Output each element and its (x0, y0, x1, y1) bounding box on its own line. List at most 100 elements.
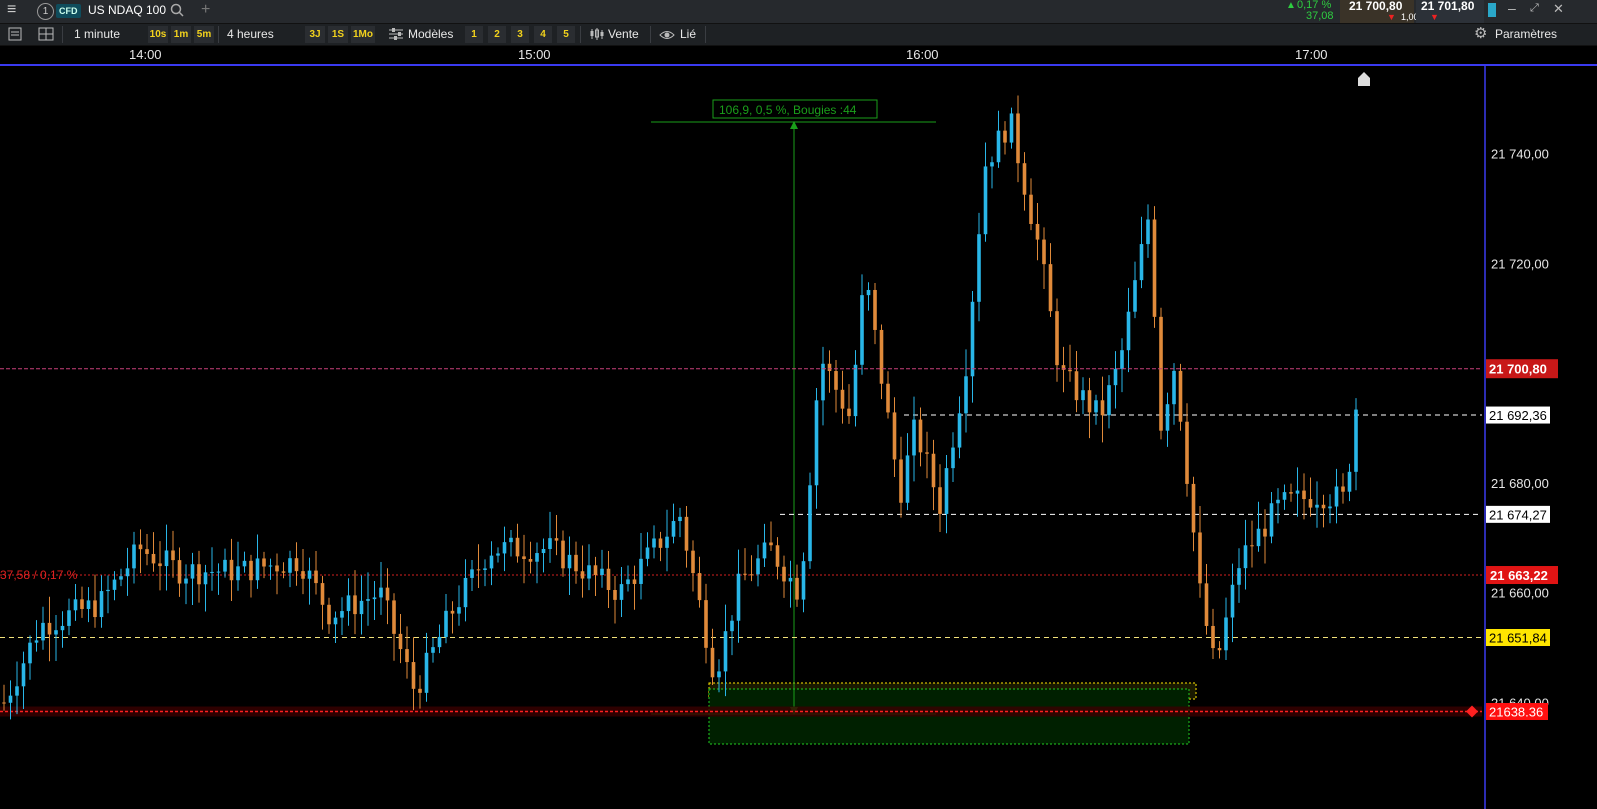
dashed-mid-tag: 21 674,27 (1486, 505, 1550, 523)
candle-body (1217, 648, 1222, 651)
add-tab-icon[interactable]: + (201, 1, 210, 19)
time-label: 15:00 (518, 47, 551, 62)
candle-body (1146, 219, 1150, 245)
candle-body (489, 555, 494, 569)
buy-down-icon: ▼ (1430, 12, 1439, 22)
range-select[interactable]: 4 heures (227, 24, 274, 45)
interval-select[interactable]: 1 minute (74, 24, 120, 45)
divider (62, 26, 63, 43)
yellow-line-tag: 21 651,84 (1486, 628, 1550, 646)
range-1mo[interactable]: 1Mo (351, 26, 375, 43)
red-line-annotation: 37,58 / 0,17 % (0, 568, 78, 582)
candle-body (1048, 264, 1053, 312)
candle-body (372, 597, 377, 600)
candle-body (301, 571, 305, 579)
candle-body (1230, 584, 1235, 618)
template-slot-3[interactable]: 3 (511, 26, 529, 43)
template-slot-2[interactable]: 2 (488, 26, 506, 43)
candle-body (1334, 486, 1339, 507)
popout-icon[interactable]: ⤢ (1530, 2, 1539, 15)
eye-icon[interactable] (659, 28, 675, 46)
candle-body (892, 412, 897, 460)
list-icon[interactable] (8, 27, 22, 46)
candle-body (1016, 113, 1020, 164)
tab-number-badge[interactable]: 1 (37, 3, 54, 20)
template-slot-4[interactable]: 4 (534, 26, 552, 43)
candle-body (54, 630, 58, 635)
candle-body (652, 538, 656, 548)
time-label: 17:00 (1295, 47, 1328, 62)
candle-body (606, 568, 611, 590)
candle-body (483, 568, 487, 570)
candle-body (496, 553, 500, 556)
candle-body (164, 550, 169, 567)
minimize-icon[interactable]: – (1508, 0, 1516, 16)
price-axis: 21 740,00 21 720,00 21 680,00 21 660,00 21 6… (1491, 147, 1549, 711)
candle-body (203, 572, 208, 585)
candle-body (197, 564, 201, 585)
close-icon[interactable]: ✕ (1553, 1, 1564, 17)
chart-type-icon[interactable] (589, 27, 605, 46)
candle-body (509, 537, 513, 543)
instrument-name[interactable]: US NDAQ 100 (88, 3, 166, 17)
order-side-button[interactable]: Vente (608, 24, 639, 45)
candle-body (132, 544, 136, 569)
candle-body (873, 289, 877, 330)
price-chart[interactable]: 106,9, 0,5 %, Bougies :44 37,58 / 0,17 %… (0, 66, 1597, 809)
search-icon[interactable] (170, 2, 184, 23)
interval-10s[interactable]: 10s (148, 26, 168, 43)
candle-body (242, 560, 247, 567)
change-up-icon: ▲ (1286, 0, 1296, 11)
candle-body (1081, 390, 1085, 401)
candle-body (1191, 483, 1196, 533)
scroll-home-icon[interactable] (1358, 72, 1370, 86)
candle-body (834, 371, 838, 390)
red-line-label: 21 663,22 (1490, 568, 1548, 583)
candle-body (502, 542, 507, 554)
candle-body (288, 558, 292, 573)
candle-body (320, 583, 325, 605)
template-slot-1[interactable]: 1 (465, 26, 483, 43)
candle-body (1107, 385, 1111, 416)
candle-body (1152, 219, 1157, 317)
candle-body (1042, 239, 1046, 265)
candle-body (1282, 492, 1287, 500)
buy-price-box[interactable]: 21 701,80 ▼ (1416, 0, 1484, 23)
candle-body (359, 600, 364, 615)
interval-5m[interactable]: 5m (194, 26, 214, 43)
range-1s[interactable]: 1S (328, 26, 348, 43)
price-tick-label: 21 740,00 (1491, 147, 1549, 162)
layout-icon[interactable] (38, 27, 54, 46)
candle-body (554, 538, 559, 541)
settings-button[interactable]: Paramètres (1495, 24, 1557, 45)
candle-body (216, 571, 221, 573)
gear-icon[interactable]: ⚙ (1474, 24, 1487, 42)
menu-icon[interactable]: ≡ (7, 1, 16, 19)
time-axis: 14:00 15:00 16:00 17:00 (0, 46, 1597, 66)
candle-body (775, 545, 780, 567)
templates-icon[interactable] (388, 27, 404, 46)
candle-body (418, 688, 422, 693)
interval-1m[interactable]: 1m (171, 26, 191, 43)
candle-body (437, 636, 442, 648)
range-3j[interactable]: 3J (305, 26, 325, 43)
candle-body (710, 647, 715, 678)
candle-body (587, 565, 591, 579)
candle-body (515, 537, 520, 557)
candle-body (691, 550, 695, 574)
window-strip-icon[interactable] (1488, 3, 1496, 17)
candle-body (307, 570, 312, 579)
linked-button[interactable]: Lié (680, 24, 696, 45)
candles-group (2, 95, 1358, 720)
asset-type-badge: CFD (56, 4, 81, 18)
template-slot-5[interactable]: 5 (557, 26, 575, 43)
candle-body (743, 573, 747, 575)
candle-body (704, 600, 708, 648)
time-label: 16:00 (906, 47, 939, 62)
candle-body (879, 329, 884, 384)
candle-body (535, 553, 539, 562)
candle-body (60, 625, 65, 631)
chart-toolbar: 1 minute 10s 1m 5m 4 heures 3J 1S 1Mo Mo… (0, 24, 1597, 46)
candle-body (1263, 528, 1267, 537)
templates-button[interactable]: Modèles (408, 24, 453, 45)
